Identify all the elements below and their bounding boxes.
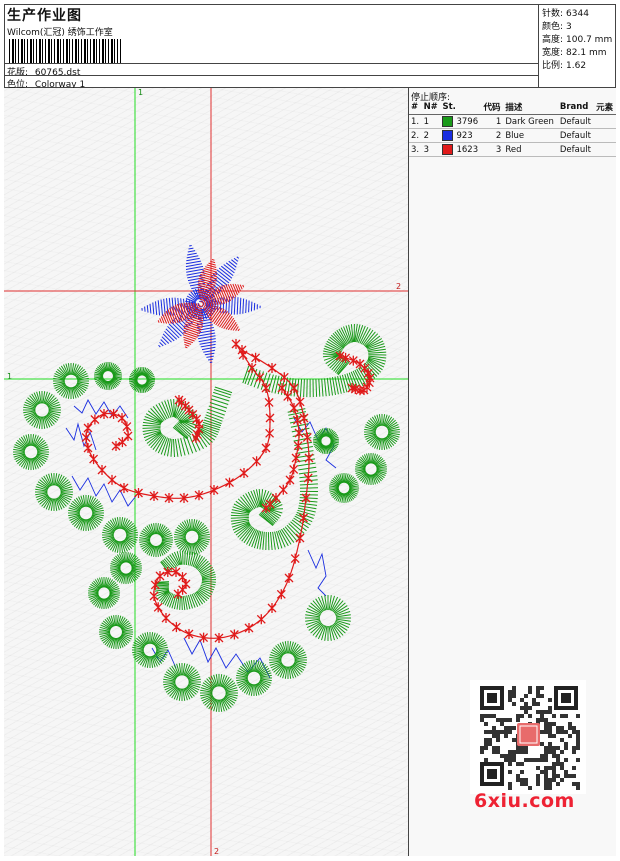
col-header-element: 元素 — [594, 100, 616, 115]
satin-circle — [139, 523, 173, 557]
barcode-image — [9, 39, 121, 63]
row-stitches: 1623 — [440, 142, 482, 157]
satin-circle — [23, 391, 61, 429]
header-divider — [4, 63, 538, 64]
satin-circle — [132, 632, 168, 668]
guide-label-v1: 1 — [138, 88, 143, 97]
row-needle: 3 — [421, 142, 441, 157]
satin-circle — [174, 519, 210, 555]
stitch-count-value: 923 — [456, 131, 473, 141]
satin-circle — [99, 615, 133, 649]
design-width: 宽度: 82.1 mm — [542, 48, 607, 58]
row-stitches: 3796 — [440, 114, 482, 129]
row-index: 2. — [409, 128, 422, 143]
satin-circle — [329, 473, 359, 503]
col-header-code: 代码 — [481, 100, 504, 115]
watermark-text: 6xiu.com — [474, 790, 575, 812]
row-code: 3 — [481, 142, 504, 157]
satin-circle — [355, 453, 387, 485]
stitch-count-value: 3796 — [456, 117, 479, 127]
satin-circle — [94, 362, 122, 390]
satin-circle — [163, 663, 201, 701]
satin-circle — [305, 595, 351, 641]
row-description: Blue — [503, 128, 558, 143]
col-header-brand: Brand — [557, 100, 595, 115]
satin-circle — [35, 473, 73, 511]
guide-lines — [4, 88, 408, 856]
row-index: 3. — [409, 142, 422, 157]
satin-band — [142, 386, 233, 458]
cross-stitch-chain — [81, 339, 275, 503]
color-swatch — [442, 116, 454, 127]
row-element — [594, 142, 616, 157]
header-panel: 生产作业图 Wilcom(汇冠) 绣饰工作室 花版: 60765.dst 色位:… — [4, 4, 539, 90]
stitch-count-value: 1623 — [456, 145, 479, 155]
row-index: 1. — [409, 114, 422, 129]
row-description: Red — [503, 142, 558, 157]
page-title: 生产作业图 — [7, 8, 82, 24]
guide-label-h1: 1 — [7, 372, 12, 381]
satin-circle — [313, 428, 339, 454]
row-element — [594, 114, 616, 129]
studio-name: Wilcom(汇冠) 绣饰工作室 — [7, 28, 113, 38]
satin-circle — [200, 674, 238, 712]
header-divider — [4, 75, 538, 76]
satin-band — [230, 408, 319, 551]
color-swatch — [442, 144, 454, 155]
col-header-stitches: St. — [440, 100, 482, 115]
design-canvas[interactable]: 1 2 1 2 — [4, 88, 409, 856]
stop-sequence-row[interactable]: 1. 1 3796 1 Dark Green Default — [409, 114, 616, 129]
col-header-description: 描述 — [503, 100, 558, 115]
satin-circle — [102, 517, 138, 553]
row-stitches: 923 — [440, 128, 482, 143]
stop-sequence-row[interactable]: 3. 3 1623 3 Red Default — [409, 142, 616, 157]
qr-code — [470, 680, 586, 794]
satin-circle — [269, 641, 307, 679]
stop-sequence-row[interactable]: 2. 2 923 2 Blue Default — [409, 128, 616, 143]
guide-label-h2: 2 — [396, 282, 401, 291]
row-element — [594, 128, 616, 143]
satin-circle — [53, 363, 89, 399]
satin-circle — [88, 577, 120, 609]
design-height: 高度: 100.7 mm — [542, 35, 613, 45]
row-code: 2 — [481, 128, 504, 143]
embroidery-design: 1 2 1 2 — [4, 88, 408, 856]
stitch-count: 针数: 6344 — [542, 9, 589, 19]
satin-circle — [68, 495, 104, 531]
stop-sequence-table: # N# St. 代码 描述 Brand 元素 1. 1 3796 1 Dark Gre… — [409, 100, 616, 157]
col-header-needle: N# — [421, 100, 441, 115]
row-code: 1 — [481, 114, 504, 129]
guide-label-v2: 2 — [214, 847, 219, 856]
row-needle: 2 — [421, 128, 441, 143]
row-needle: 1 — [421, 114, 441, 129]
satin-circle — [236, 660, 272, 696]
qr-code-image — [480, 686, 580, 790]
satin-circle — [13, 434, 49, 470]
green-satin-stitches — [13, 323, 400, 712]
satin-circle — [129, 367, 155, 393]
row-brand: Default — [557, 128, 595, 143]
row-description: Dark Green — [503, 114, 558, 129]
stats-panel: 针数: 6344 颜色: 3 高度: 100.7 mm 宽度: 82.1 mm 比例: 1… — [539, 4, 616, 88]
col-header-index: # — [409, 100, 422, 115]
row-brand: Default — [557, 114, 595, 129]
satin-circle — [364, 414, 400, 450]
color-swatch — [442, 130, 454, 141]
satin-circle — [110, 552, 142, 584]
color-count: 颜色: 3 — [542, 22, 572, 32]
design-scale: 比例: 1.62 — [542, 61, 587, 71]
row-brand: Default — [557, 142, 595, 157]
